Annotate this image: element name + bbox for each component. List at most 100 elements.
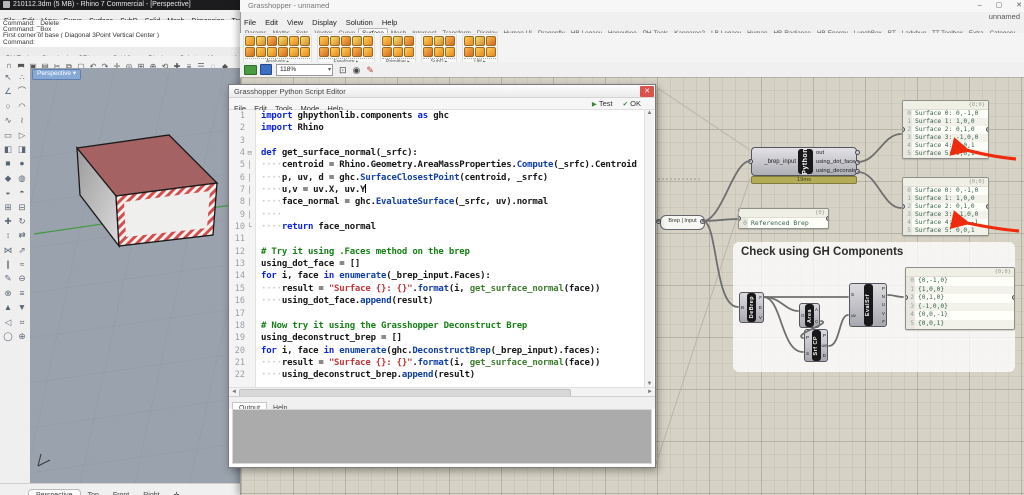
code-line[interactable]: import ghpythonlib.components as ghc [261, 110, 655, 122]
python-input-grip[interactable] [748, 159, 753, 164]
panel-right-grip[interactable] [826, 215, 828, 221]
code-line[interactable]: # Now try it using the Grasshopper Decon… [261, 320, 655, 332]
panel-right-grip[interactable] [1012, 295, 1014, 301]
port-e[interactable]: E [757, 305, 762, 310]
component-icon[interactable] [363, 36, 373, 46]
component-icon[interactable] [382, 36, 392, 46]
port-v[interactable]: V [874, 311, 885, 316]
panel-left-grip[interactable] [739, 215, 741, 221]
vertical-scrollbar[interactable]: ▲ ▼ [644, 110, 654, 387]
component-icon[interactable] [475, 47, 485, 57]
port-n[interactable]: N [874, 294, 885, 299]
referenced-brep-panel[interactable]: {0} 0 Referenced Brep [738, 208, 829, 229]
code-line[interactable]: for i, face in enumerate(ghc.Deconstruct… [261, 345, 655, 357]
component-icon[interactable] [434, 36, 444, 46]
code-line[interactable] [261, 308, 655, 320]
sketch-pen-icon[interactable]: ✎ [366, 63, 374, 77]
component-icon[interactable] [423, 36, 433, 46]
brep-param-input-grip[interactable] [656, 219, 661, 224]
component-icon[interactable] [352, 47, 362, 57]
group-icon[interactable]: ≈ [15, 257, 29, 271]
component-icon[interactable] [267, 47, 277, 57]
viewport-tab-front[interactable]: Front [106, 490, 136, 495]
port-uvp[interactable]: uvP [822, 343, 828, 348]
component-icon[interactable] [445, 36, 455, 46]
component-icon[interactable] [300, 36, 310, 46]
code-text[interactable]: import ghpythonlib.components as ghc impo… [256, 110, 655, 387]
panel-left-grip[interactable] [903, 126, 905, 132]
python-out-grip[interactable] [855, 150, 860, 155]
using-dot-face-panel[interactable]: {0;0} 0 Surface 0: 0,-1,0 1 Surface 1: 1,0,0… [902, 100, 989, 159]
code-line[interactable]: ····result = "Surface {}: {}".format(i, … [261, 357, 655, 369]
code-line[interactable]: ····centroid = Rhino.Geometry.AreaMassPr… [261, 159, 655, 171]
open-document-icon[interactable] [244, 64, 257, 75]
panel-right-grip[interactable] [986, 126, 988, 132]
join-icon[interactable]: ∥ [1, 257, 15, 271]
code-line[interactable] [261, 233, 655, 245]
polygon-icon[interactable]: ▷ [15, 128, 29, 142]
code-line[interactable]: import Rhino [261, 122, 655, 134]
panel-right-grip[interactable] [986, 203, 988, 209]
mirror-icon[interactable]: ⇄ [15, 228, 29, 242]
layer2-icon[interactable]: ≡ [15, 286, 29, 300]
component-icon[interactable] [363, 47, 373, 57]
fillet-icon[interactable]: ⊞ [1, 200, 15, 214]
component-icon[interactable] [434, 47, 444, 57]
gh-normals-panel[interactable]: {0;0} 0 {0,-1,0} 1 {1,0,0} 2 {0,1,0} 3 {-1,0,0} 4… [905, 267, 1015, 330]
component-icon[interactable] [278, 36, 288, 46]
component-icon[interactable] [486, 36, 496, 46]
surface-icon[interactable]: ◧ [1, 142, 15, 156]
component-icon[interactable] [330, 36, 340, 46]
window-controls[interactable]: – ▢ ✕ [978, 0, 1024, 12]
mesh-icon[interactable]: ◍ [15, 171, 29, 185]
code-line[interactable]: # Try it using .Faces method on the brep [261, 246, 655, 258]
deconstruct-brep-component[interactable]: B DeBrep FEV [739, 292, 764, 323]
component-icon[interactable] [256, 47, 266, 57]
horizontal-scrollbar[interactable]: ◄ ► [229, 387, 655, 397]
trim-icon[interactable]: ⊟ [15, 200, 29, 214]
component-icon[interactable] [256, 36, 266, 46]
code-line[interactable]: ····p, uv, d = ghc.SurfaceClosestPoint(c… [261, 172, 655, 184]
port-p[interactable]: P [822, 333, 826, 338]
circle-icon[interactable]: ○ [1, 99, 15, 113]
python-component-label[interactable]: Python [798, 148, 813, 175]
code-line[interactable]: ····u,v = uv.X, uv.Y [261, 184, 655, 196]
port-uv[interactable]: uv [851, 313, 863, 318]
code-line[interactable]: def get_surface_normal(_srfc): [261, 147, 655, 159]
port-p[interactable]: P [874, 286, 885, 291]
python-dotface-grip[interactable] [855, 160, 860, 165]
component-icon[interactable] [300, 47, 310, 57]
component-icon[interactable] [289, 36, 299, 46]
component-icon[interactable] [393, 36, 403, 46]
component-icon[interactable] [289, 47, 299, 57]
port-a[interactable]: A [815, 307, 818, 312]
panel-left-grip[interactable] [903, 203, 905, 209]
preview-eye-icon[interactable]: ◉ [353, 63, 361, 77]
code-line[interactable]: ···· [261, 209, 655, 221]
component-icon[interactable] [464, 47, 474, 57]
gumball-icon[interactable]: ⊕ [15, 329, 29, 343]
port-d[interactable]: D [822, 353, 826, 358]
zoom-level-dropdown[interactable]: 118% [276, 63, 333, 76]
component-icon[interactable] [330, 47, 340, 57]
component-icon[interactable] [278, 47, 288, 57]
left-icon[interactable]: ◁ [1, 315, 15, 329]
fold-toggle-icon[interactable]: ⊟ [245, 147, 254, 159]
component-icon[interactable] [267, 36, 277, 46]
brep-param-output-grip[interactable] [700, 219, 705, 224]
component-icon[interactable] [404, 36, 414, 46]
points-icon[interactable]: ∴ [15, 70, 29, 84]
annotate-icon[interactable]: ✎ [1, 271, 15, 285]
dim-icon[interactable]: ⊖ [15, 271, 29, 285]
code-line[interactable]: ····result = "Surface {}: {}".format(i, … [261, 283, 655, 295]
port-s[interactable]: S [851, 292, 863, 297]
component-icon[interactable] [341, 47, 351, 57]
curve-tools-icon[interactable]: ≀ [15, 113, 29, 127]
code-editor[interactable]: 1 2 3 4 ⊟ 5 │ 6 │ 7 │ 8 │ 9 │ 10 └ 11 12 13 14 15 16 17 18 19 20 21… [229, 110, 655, 387]
python-output-out[interactable]: out [816, 150, 856, 156]
boolean-icon[interactable]: ◒ [1, 185, 15, 199]
code-line[interactable]: using_deconstruct_brep = [] [261, 332, 655, 344]
component-icon[interactable] [445, 47, 455, 57]
port-v[interactable]: V [757, 315, 762, 320]
port-g[interactable]: G [801, 313, 805, 318]
